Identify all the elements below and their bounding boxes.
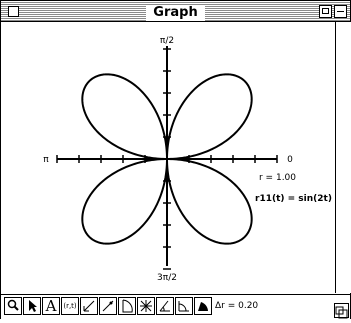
toolbar: A (r,t) Δr = 0.20 xyxy=(1,294,350,319)
collapse-box-icon[interactable] xyxy=(334,5,347,18)
resize-grip-icon[interactable] xyxy=(334,303,349,319)
label-pi: π xyxy=(43,155,49,165)
r-value-label: r = 1.00 xyxy=(259,173,296,183)
title-bar[interactable]: Graph xyxy=(1,1,350,22)
window-title: Graph xyxy=(146,5,205,21)
asterisk-tool-icon[interactable] xyxy=(137,297,155,315)
zoom-box-icon[interactable] xyxy=(319,5,332,18)
graph-window: Graph π/2 π 0 3π/2 r = 1.00 r11(t) = sin… xyxy=(0,0,351,319)
vertical-scrollbar[interactable] xyxy=(335,22,351,293)
angle-tool-icon[interactable] xyxy=(156,297,174,315)
arrow-pointer-icon[interactable] xyxy=(23,297,41,315)
label-pi-over-2: π/2 xyxy=(160,36,174,46)
label-zero: 0 xyxy=(287,155,293,165)
equation-label: r11(t) = sin(2t) xyxy=(255,194,332,204)
line-tool-icon[interactable] xyxy=(80,297,98,315)
magnifier-icon[interactable] xyxy=(4,297,22,315)
polar-graph: π/2 π 0 3π/2 r = 1.00 r11(t) = sin(2t) xyxy=(43,36,332,283)
title-wrap: Graph xyxy=(1,1,350,21)
tangent-tool-icon[interactable] xyxy=(99,297,117,315)
delta-r-label: Δr = 0.20 xyxy=(215,301,259,311)
sector-fill-tool-icon[interactable] xyxy=(194,297,212,315)
label-3pi-over-2: 3π/2 xyxy=(157,273,177,283)
arc-tool-icon[interactable] xyxy=(175,297,193,315)
coordinate-readout-icon[interactable]: (r,t) xyxy=(61,297,79,315)
polar-area-tool-icon[interactable] xyxy=(118,297,136,315)
text-tool-icon[interactable]: A xyxy=(42,297,60,315)
graph-area[interactable]: π/2 π 0 3π/2 r = 1.00 r11(t) = sin(2t) xyxy=(1,22,334,293)
